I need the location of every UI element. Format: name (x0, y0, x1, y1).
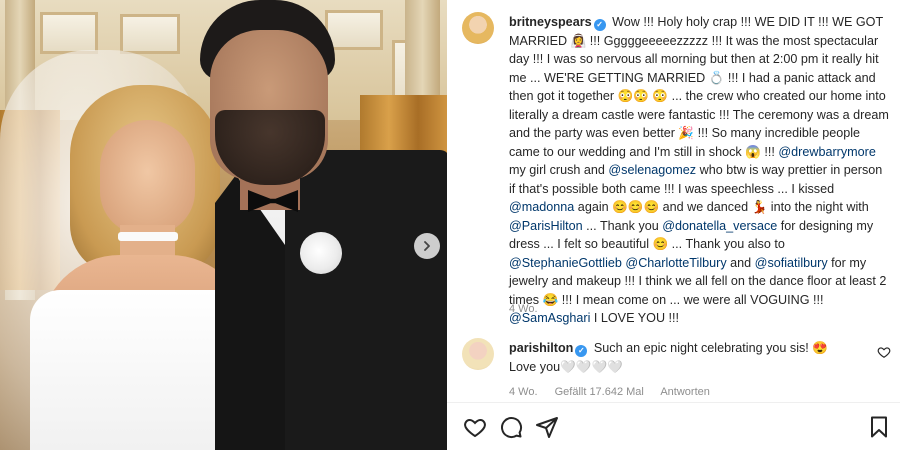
post-sidebar: britneyspears ✓ Wow !!! Holy holy crap !!… (447, 0, 900, 450)
caption-segment: ... Thank you (582, 218, 663, 233)
bride-face (100, 120, 195, 235)
caption-segment: !!! (760, 144, 779, 159)
caption-segment: 😳😳 😳 (617, 89, 669, 103)
mention-link[interactable]: @madonna (509, 200, 574, 214)
caption-area: britneyspears ✓ Wow !!! Holy holy crap !!… (447, 0, 900, 327)
post-photo[interactable] (0, 0, 447, 450)
caption-segment: 👰‍♀️ (570, 33, 587, 48)
window (325, 10, 383, 50)
caption-segment: into the night with (767, 200, 869, 214)
share-icon[interactable] (535, 415, 559, 439)
action-bar (447, 403, 900, 450)
chevron-right-icon (424, 241, 430, 251)
boutonniere-flower (300, 232, 342, 274)
comment-likes[interactable]: Gefällt 17.642 Mal (555, 386, 644, 398)
bookmark-icon[interactable] (867, 415, 891, 439)
caption-segment: 💍 (708, 70, 725, 85)
window (40, 12, 98, 54)
window (120, 14, 180, 54)
comment-icon[interactable] (499, 415, 523, 439)
caption-username[interactable]: britneyspears (509, 15, 592, 29)
comment-text-after: Love you🤍🤍🤍🤍 (509, 359, 623, 374)
mention-link[interactable]: @CharlotteTilbury (625, 256, 726, 270)
caption-text: Wow !!! Holy holy crap !!! WE DID IT !!!… (509, 15, 889, 325)
post-caption: britneyspears ✓ Wow !!! Holy holy crap !!… (509, 13, 889, 328)
caption-segment: 💃 (751, 200, 768, 214)
avatar[interactable] (462, 12, 494, 44)
mention-link[interactable]: @donatella_versace (662, 219, 777, 233)
mention-link[interactable]: @StephanieGottlieb (509, 256, 622, 270)
mention-link[interactable]: @selenagomez (608, 163, 696, 177)
mention-link[interactable]: @ParisHilton (509, 219, 583, 233)
comment-username[interactable]: parishilton (509, 341, 573, 355)
carousel-next-button[interactable] (414, 233, 440, 259)
caption-segment: and (726, 255, 755, 270)
heart-icon[interactable] (463, 415, 487, 439)
caption-segment: 😂 (542, 292, 559, 307)
caption-segment: and we danced (659, 200, 752, 214)
bride-choker (118, 232, 178, 241)
mention-link[interactable]: @sofiatilbury (755, 256, 828, 270)
reply-button[interactable]: Antworten (660, 386, 710, 398)
caption-age[interactable]: 4 Wo. (509, 303, 538, 315)
comment-meta: 4 Wo. Gefällt 17.642 Mal Antworten (509, 386, 724, 398)
caption-segment: 😊 (652, 237, 669, 251)
comment-emoji: 😍 (812, 341, 828, 355)
caption-segment: again (574, 200, 613, 214)
caption-segment: my girl crush and (509, 163, 609, 177)
caption-segment: 🎉 (678, 126, 695, 140)
comment-text-before: Such an epic night celebrating you sis! (590, 341, 813, 355)
comment-like-icon[interactable] (877, 345, 891, 359)
comment: parishilton ✓ Such an epic night celebrat… (509, 339, 839, 376)
caption-segment: 😱 (745, 144, 761, 159)
verified-badge-icon: ✓ (575, 345, 588, 357)
caption-segment: 😊😊😊 (612, 200, 660, 214)
comment-age[interactable]: 4 Wo. (509, 386, 538, 398)
caption-segment: !!! I mean come on ... we were all VOGUI… (558, 292, 824, 307)
groom-tuxedo (285, 150, 447, 450)
comment-avatar[interactable] (462, 338, 494, 370)
verified-badge-icon: ✓ (593, 19, 606, 31)
mention-link[interactable]: @drewbarrymore (778, 145, 875, 159)
caption-segment: I LOVE YOU !!! (590, 311, 680, 325)
caption-segment: ... Thank you also to (668, 237, 785, 251)
